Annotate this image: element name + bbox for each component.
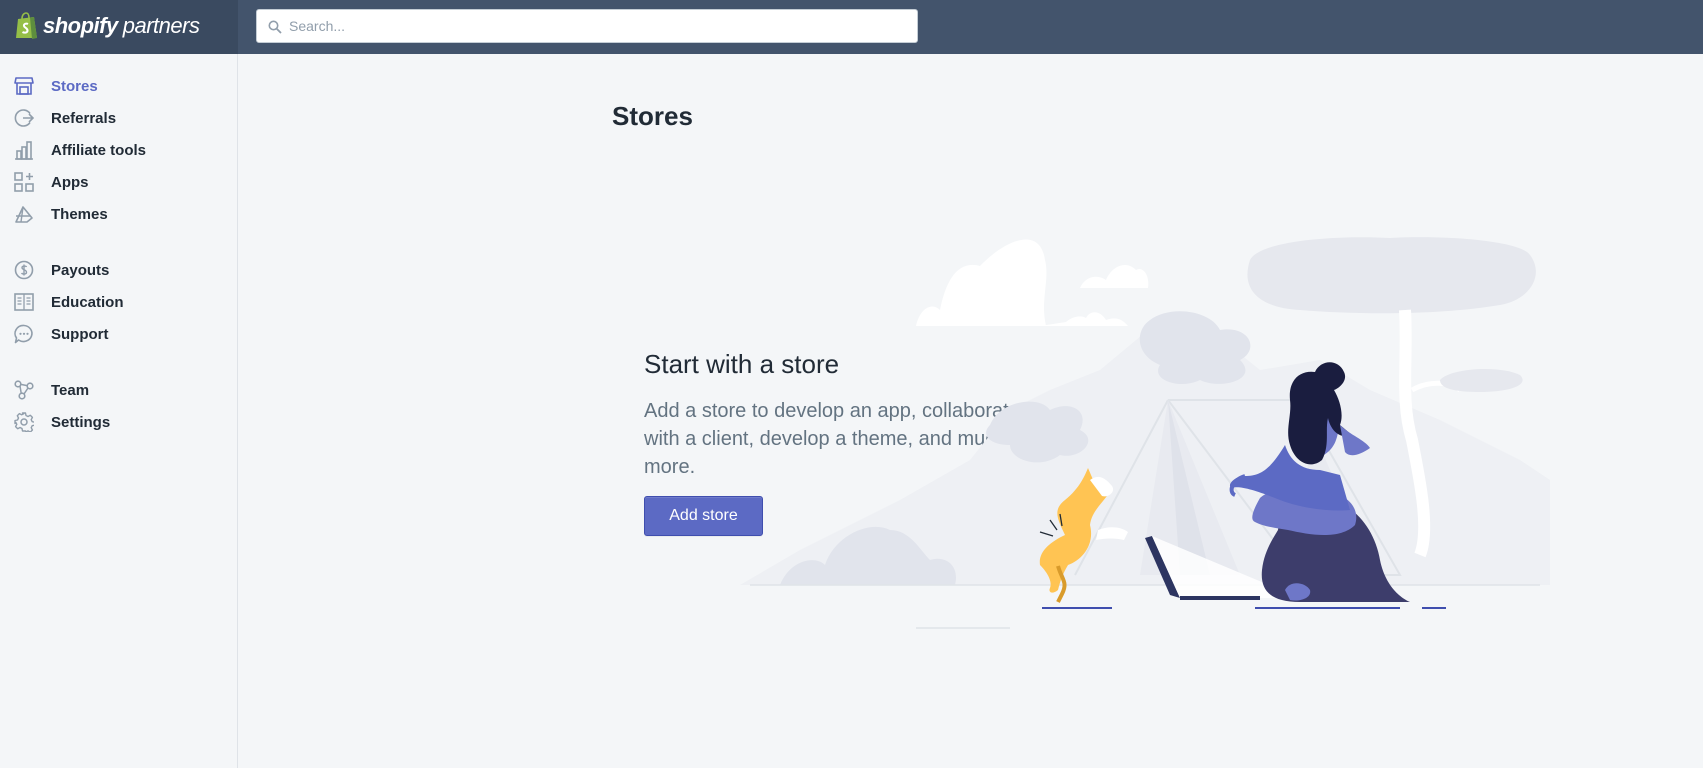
book-icon [14, 293, 34, 311]
logo-text: shopify partners [43, 13, 200, 38]
search-input[interactable] [289, 10, 889, 42]
sidebar-item-apps[interactable]: Apps [0, 167, 237, 197]
bar-chart-icon [15, 141, 33, 160]
sidebar-item-label: Referrals [51, 110, 117, 127]
sidebar-item-themes[interactable]: Themes [0, 199, 237, 229]
sidebar-item-education[interactable]: Education [0, 287, 237, 317]
sidebar-item-label: Education [51, 294, 124, 311]
sidebar-item-label: Themes [51, 206, 108, 223]
shopify-partners-logo[interactable]: shopify partners [0, 0, 238, 54]
store-icon [14, 77, 34, 95]
themes-icon [15, 206, 33, 223]
sidebar: Stores Referrals Affiliate tools Apps Th… [0, 54, 238, 768]
empty-state-illustration [740, 237, 1550, 629]
sidebar-item-team[interactable]: Team [0, 375, 237, 405]
referral-icon [14, 109, 34, 127]
sidebar-item-label: Affiliate tools [51, 142, 147, 159]
sidebar-item-settings[interactable]: Settings [0, 407, 237, 437]
dollar-circle-icon [14, 260, 34, 280]
search-bar[interactable] [256, 9, 918, 43]
team-icon [14, 380, 34, 400]
page-title: Stores [612, 101, 693, 131]
sidebar-item-label: Apps [51, 174, 89, 191]
chat-bubble-icon [14, 324, 33, 344]
gear-icon [14, 412, 34, 432]
search-icon [268, 20, 282, 34]
sidebar-item-label: Settings [51, 414, 111, 431]
sidebar-item-support[interactable]: Support [0, 319, 237, 349]
sidebar-item-payouts[interactable]: Payouts [0, 255, 237, 285]
sidebar-item-referrals[interactable]: Referrals [0, 103, 237, 133]
sidebar-item-label: Stores [51, 78, 98, 95]
top-bar: shopify partners [0, 0, 1703, 54]
sidebar-item-label: Team [51, 382, 90, 399]
sidebar-item-label: Support [51, 326, 109, 343]
apps-grid-icon [14, 172, 34, 192]
sidebar-item-label: Payouts [51, 262, 110, 279]
sidebar-item-stores[interactable]: Stores [0, 71, 237, 101]
sidebar-item-affiliate-tools[interactable]: Affiliate tools [0, 135, 237, 165]
shopify-bag-icon [16, 12, 37, 39]
